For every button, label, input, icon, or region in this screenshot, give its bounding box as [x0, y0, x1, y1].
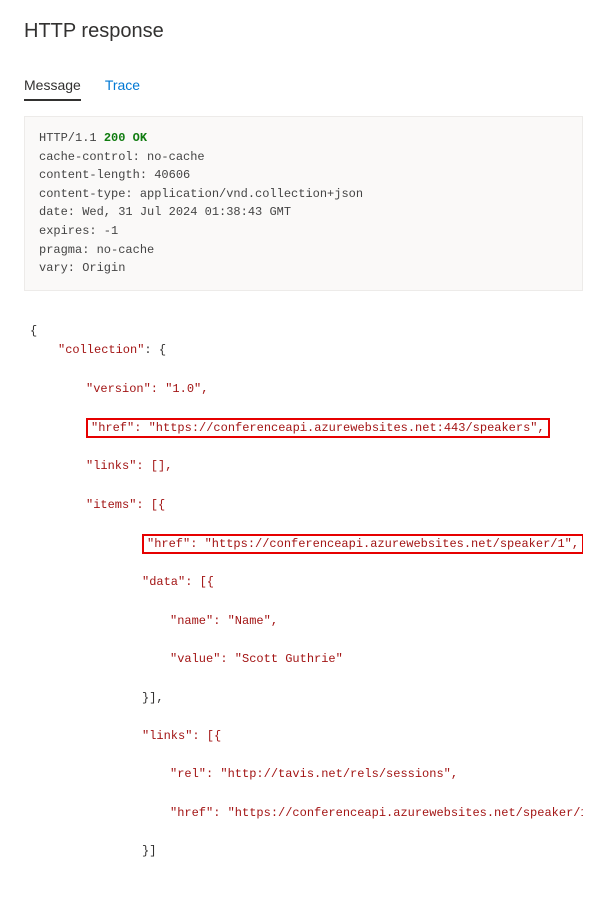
json-data-close: }],	[142, 691, 164, 705]
json-collection-key: "collection"	[58, 343, 144, 357]
json-rel: "rel": "http://tavis.net/rels/sessions",	[170, 767, 458, 781]
json-name: "name": "Name",	[170, 614, 278, 628]
header-vary: vary: Origin	[39, 261, 125, 275]
json-top-links: "links": [],	[86, 459, 172, 473]
tab-message[interactable]: Message	[24, 71, 81, 101]
header-content-length: content-length: 40606	[39, 168, 190, 182]
json-links-close: }]	[142, 844, 156, 858]
tab-trace[interactable]: Trace	[105, 71, 140, 101]
http-header-block: HTTP/1.1 200 OK cache-control: no-cache …	[24, 116, 583, 291]
json-links-open: "links": [{	[142, 729, 221, 743]
header-date: date: Wed, 31 Jul 2024 01:38:43 GMT	[39, 205, 291, 219]
json-data-open: "data": [{	[142, 575, 214, 589]
json-version: "version": "1.0",	[86, 382, 208, 396]
json-link-href: "href": "https://conferenceapi.azurewebs…	[170, 806, 583, 820]
json-top-href: "href": "https://conferenceapi.azurewebs…	[91, 421, 545, 435]
header-cache-control: cache-control: no-cache	[39, 150, 205, 164]
json-brace-open: {	[30, 324, 37, 338]
page-title: HTTP response	[24, 20, 583, 43]
header-expires: expires: -1	[39, 224, 118, 238]
json-value: "value": "Scott Guthrie"	[170, 652, 343, 666]
json-body: { "collection": { "version": "1.0", "hre…	[24, 291, 583, 887]
http-status: 200 OK	[104, 131, 147, 145]
json-item-href: "href": "https://conferenceapi.azurewebs…	[147, 537, 579, 551]
tab-bar: Message Trace	[24, 71, 583, 102]
http-protocol: HTTP/1.1	[39, 131, 97, 145]
json-items-open: "items": [{	[86, 498, 165, 512]
header-pragma: pragma: no-cache	[39, 243, 154, 257]
header-content-type: content-type: application/vnd.collection…	[39, 187, 363, 201]
